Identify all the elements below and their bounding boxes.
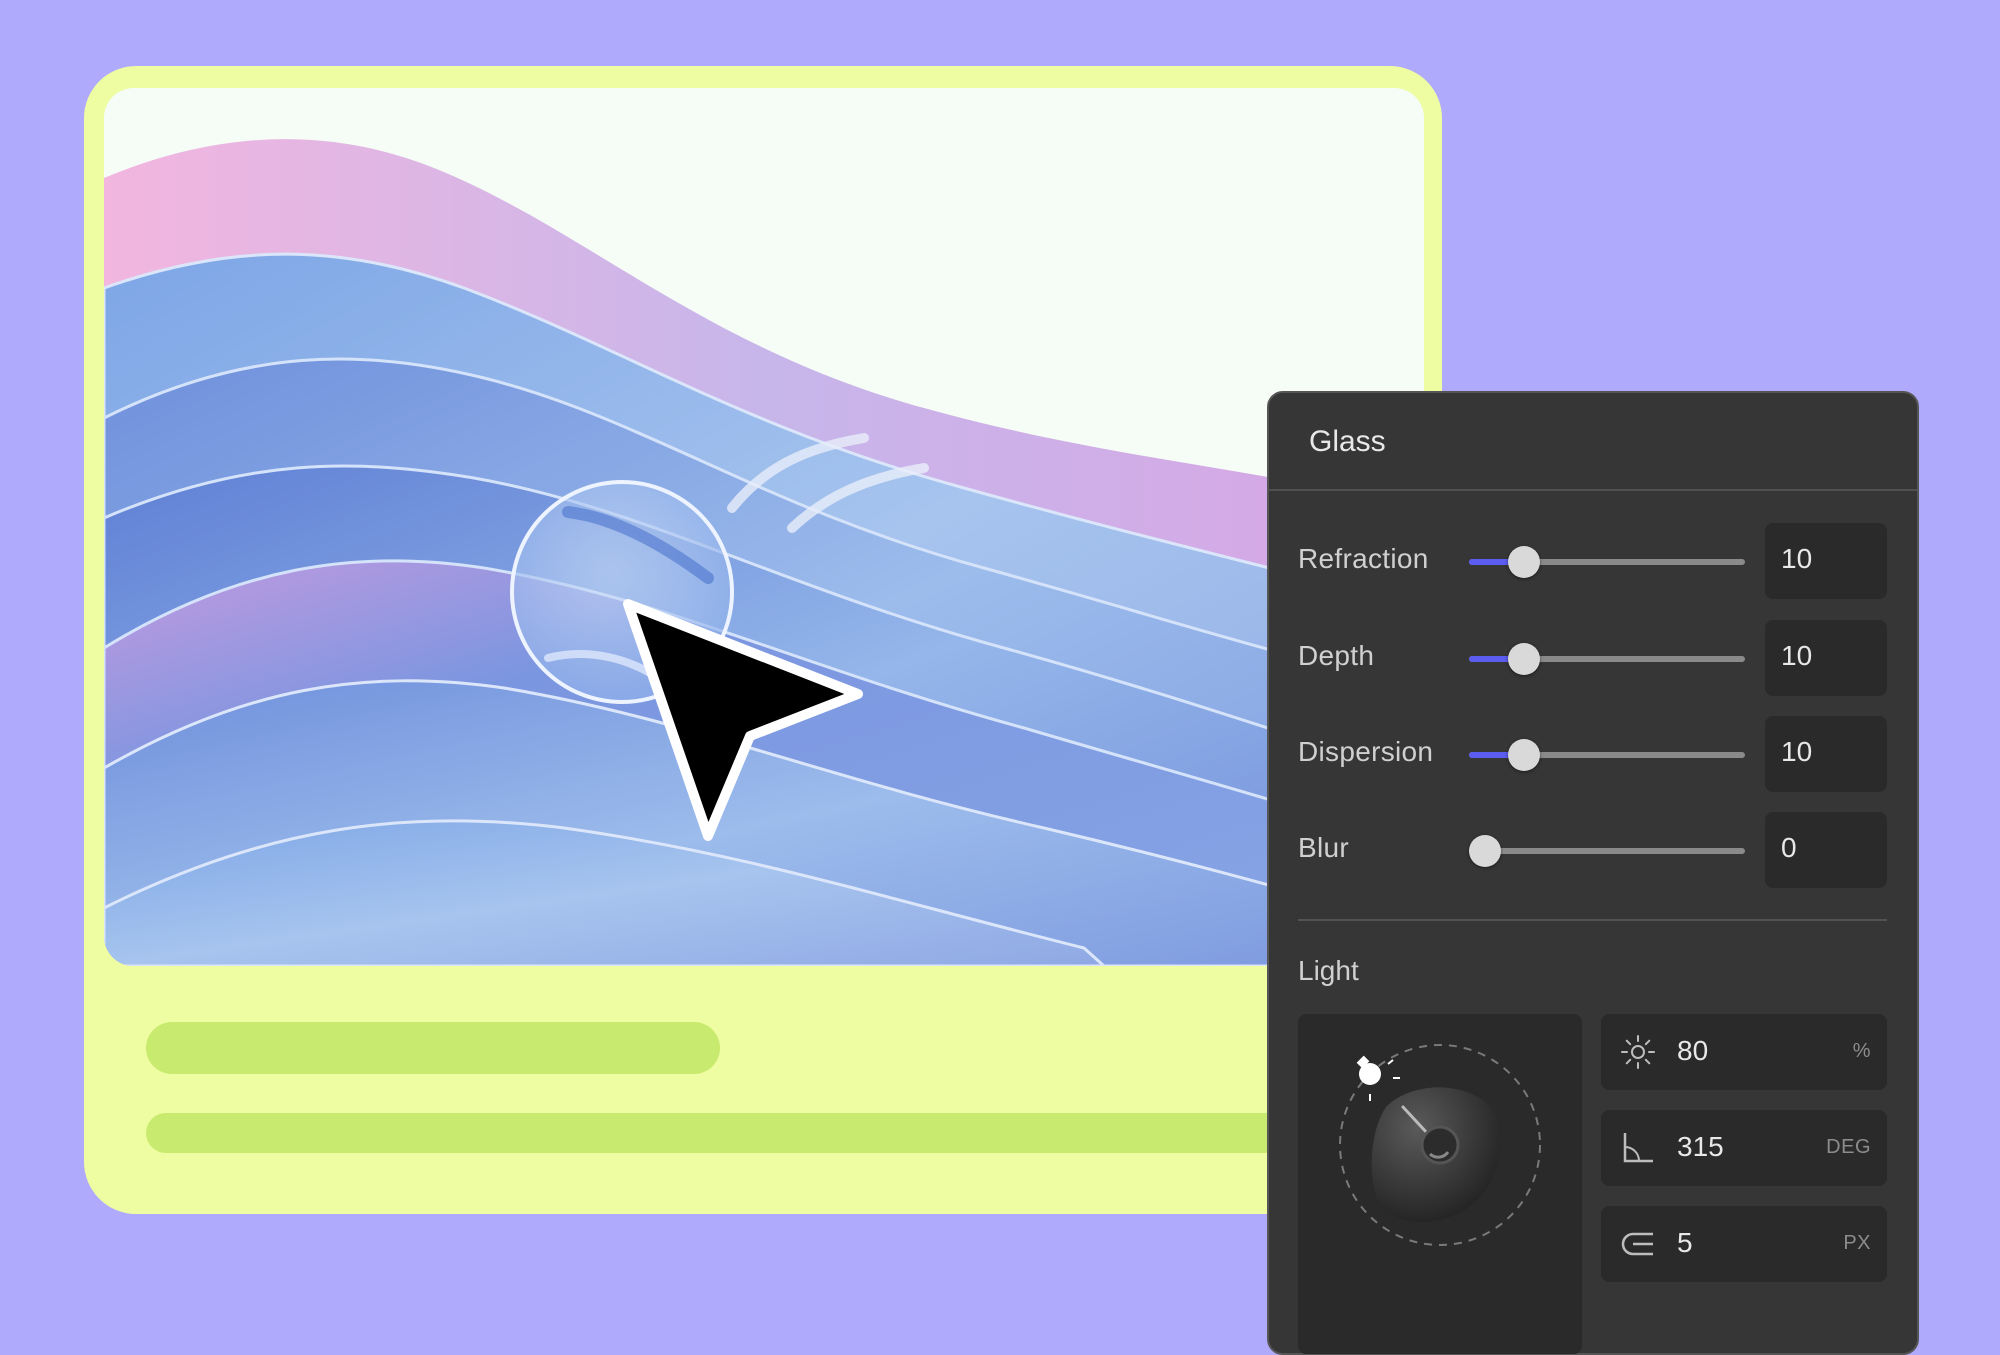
depth-label: Depth	[1298, 640, 1375, 671]
size-unit: PX	[1843, 1232, 1871, 1254]
slider-thumb[interactable]	[1508, 739, 1540, 771]
angle-icon	[1623, 1133, 1653, 1163]
placeholder-bar-long	[146, 1113, 1386, 1153]
depth-row: Depth 10	[1269, 620, 1917, 696]
brightness-value: 80	[1677, 1035, 1709, 1066]
dispersion-slider[interactable]	[1469, 739, 1745, 771]
slider-thumb[interactable]	[1508, 546, 1540, 578]
panel-header: Glass	[1269, 393, 1917, 491]
depth-slider[interactable]	[1469, 643, 1745, 675]
radius-icon	[1621, 1232, 1653, 1256]
dispersion-row: Dispersion 10	[1269, 716, 1917, 792]
blur-row: Blur 0	[1269, 812, 1917, 888]
refraction-slider[interactable]	[1469, 546, 1745, 578]
depth-input[interactable]: 10	[1765, 620, 1887, 696]
light-direction-dial[interactable]	[1298, 1014, 1582, 1354]
blur-slider[interactable]	[1469, 835, 1745, 867]
pointer-cursor-icon	[610, 590, 880, 855]
placeholder-bar-short	[146, 1022, 720, 1074]
refraction-row: Refraction 10	[1269, 523, 1917, 599]
refraction-label: Refraction	[1298, 543, 1429, 574]
light-section-label: Light	[1298, 955, 1359, 986]
section-divider	[1298, 919, 1887, 921]
glass-panel: Glass Refraction 10 Depth 10 Dispersion …	[1267, 391, 1919, 1355]
light-bulb-icon	[1356, 1055, 1400, 1101]
panel-title: Glass	[1309, 425, 1386, 458]
blur-input[interactable]: 0	[1765, 812, 1887, 888]
angle-unit: DEG	[1826, 1136, 1871, 1158]
slider-track	[1469, 848, 1745, 854]
brightness-unit: %	[1852, 1040, 1871, 1062]
angle-field[interactable]: 315 DEG	[1601, 1110, 1887, 1186]
slider-thumb[interactable]	[1469, 835, 1501, 867]
dispersion-label: Dispersion	[1298, 736, 1434, 767]
brightness-field[interactable]: 80 %	[1601, 1014, 1887, 1090]
size-field[interactable]: 5 PX	[1601, 1206, 1887, 1282]
blur-label: Blur	[1298, 832, 1349, 863]
angle-value: 315	[1677, 1131, 1724, 1162]
sun-icon	[1621, 1035, 1655, 1069]
refraction-input[interactable]: 10	[1765, 523, 1887, 599]
size-value: 5	[1677, 1227, 1693, 1258]
dispersion-input[interactable]: 10	[1765, 716, 1887, 792]
slider-thumb[interactable]	[1508, 643, 1540, 675]
